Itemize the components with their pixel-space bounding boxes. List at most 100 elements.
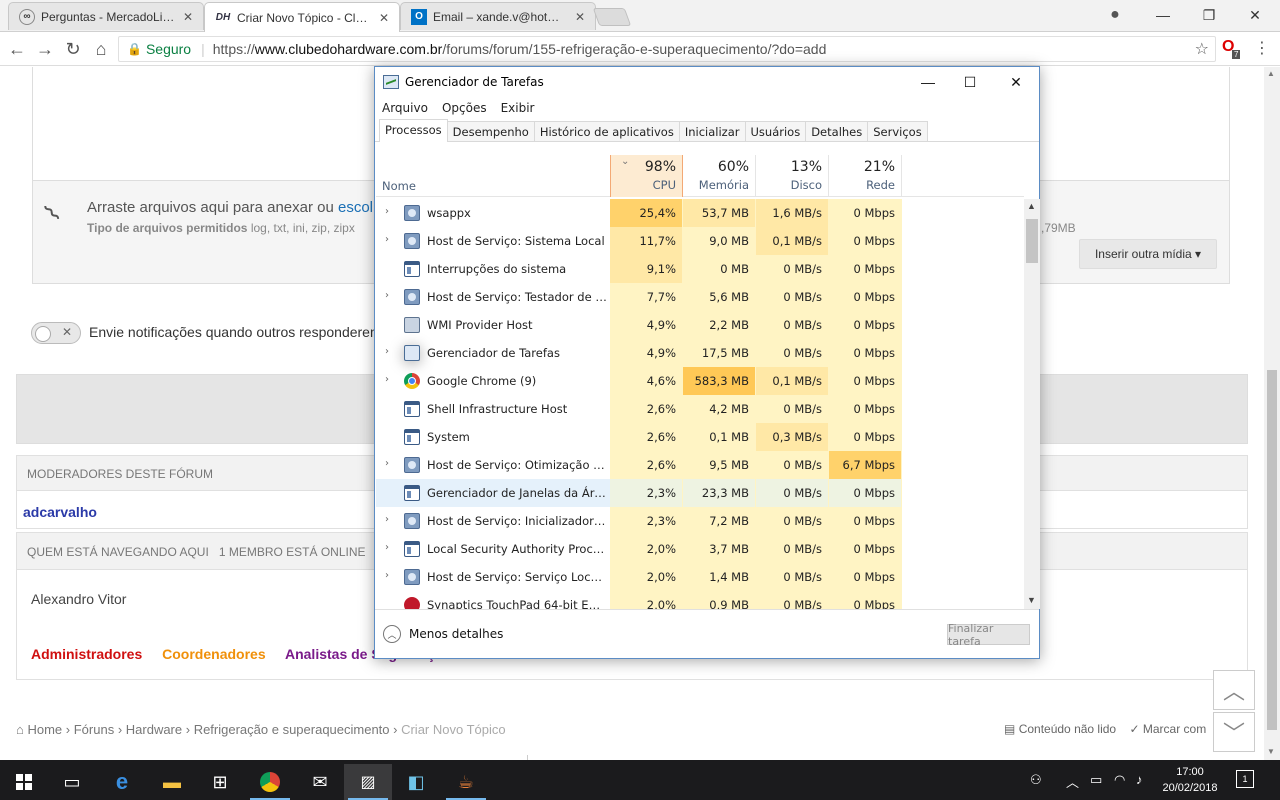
breadcrumb-forum[interactable]: Refrigeração e superaquecimento bbox=[194, 722, 390, 737]
scroll-down-icon[interactable]: ▼ bbox=[1027, 595, 1036, 605]
process-row[interactable]: › Host de Serviço: Otimização de ... 2,6% 9… bbox=[376, 451, 1024, 479]
breadcrumb-hardware[interactable]: Hardware bbox=[126, 722, 182, 737]
back-button[interactable]: ← bbox=[6, 38, 28, 60]
system-clock[interactable]: 17:00 20/02/2018 bbox=[1158, 764, 1222, 796]
breadcrumb-forums[interactable]: Fóruns bbox=[74, 722, 114, 737]
insert-media-button[interactable]: Inserir outra mídia ▾ bbox=[1079, 239, 1217, 269]
close-icon[interactable]: ✕ bbox=[575, 10, 585, 24]
process-row[interactable]: › Host de Serviço: Serviço Local (... 2,0%… bbox=[376, 563, 1024, 591]
notify-toggle[interactable]: ✕ bbox=[31, 322, 81, 344]
address-bar[interactable]: 🔒 Seguro | https://www.clubedohardware.c… bbox=[118, 36, 1216, 62]
scroll-top-button[interactable]: ︿ bbox=[1213, 670, 1255, 710]
breadcrumb-home[interactable]: Home bbox=[27, 722, 62, 737]
process-row[interactable]: › Local Security Authority Proces... 2,0% 3… bbox=[376, 535, 1024, 563]
end-task-button[interactable]: Finalizar tarefa bbox=[947, 622, 1030, 648]
start-button[interactable] bbox=[0, 764, 48, 800]
mail-icon[interactable]: ✉ bbox=[296, 764, 344, 800]
expand-chevron-icon[interactable]: › bbox=[385, 570, 389, 581]
close-icon[interactable]: ✕ bbox=[379, 11, 389, 25]
tab-desempenho[interactable]: Desempenho bbox=[446, 121, 535, 141]
process-row[interactable]: › Host de Serviço: Sistema Local 11,7% 9,0 … bbox=[376, 227, 1024, 255]
tm-maximize-button[interactable]: ☐ bbox=[947, 67, 993, 97]
forward-button[interactable]: → bbox=[34, 38, 56, 60]
process-disk-cell: 0 MB/s bbox=[756, 451, 829, 479]
menu-opcoes[interactable]: Opções bbox=[442, 101, 487, 115]
tm-minimize-button[interactable]: — bbox=[905, 67, 951, 97]
minimize-button[interactable]: — bbox=[1140, 0, 1186, 30]
action-center-icon[interactable]: 1 bbox=[1236, 770, 1254, 788]
process-row[interactable]: WMI Provider Host 4,9% 2,2 MB 0 MB/s 0 Mbps bbox=[376, 311, 1024, 339]
tab-inicializar[interactable]: Inicializar bbox=[678, 121, 746, 141]
tab-usuarios[interactable]: Usuários bbox=[744, 121, 807, 141]
process-row[interactable]: › Host de Serviço: Testador de ins... 7,7%… bbox=[376, 283, 1024, 311]
browser-tab-mercadolivre[interactable]: ∞ Perguntas - MercadoLivre ✕ bbox=[8, 2, 204, 30]
process-row[interactable]: Gerenciador de Janelas da Área ... 2,3% 23… bbox=[376, 479, 1024, 507]
tab-processos[interactable]: Processos bbox=[379, 119, 448, 142]
people-icon[interactable]: ⚇ bbox=[1030, 772, 1042, 788]
process-row[interactable]: › Gerenciador de Tarefas 4,9% 17,5 MB 0 MB/s… bbox=[376, 339, 1024, 367]
choose-files-link[interactable]: escol bbox=[338, 199, 373, 216]
close-icon[interactable]: ✕ bbox=[183, 10, 193, 24]
java-icon[interactable]: ☕ bbox=[442, 764, 490, 800]
process-row[interactable]: Synaptics TouchPad 64-bit Enh... 2,0% 0,9 … bbox=[376, 591, 1024, 609]
file-explorer-icon[interactable]: ▬ bbox=[148, 764, 196, 800]
expand-chevron-icon[interactable]: › bbox=[385, 458, 389, 469]
col-network[interactable]: 21% Rede bbox=[829, 155, 902, 197]
tab-historico[interactable]: Histórico de aplicativos bbox=[533, 121, 680, 141]
task-manager-taskbar-icon[interactable]: ▨ bbox=[344, 764, 392, 800]
profile-icon[interactable]: ● bbox=[1104, 4, 1126, 26]
restore-button[interactable]: ❐ bbox=[1186, 0, 1232, 30]
moderator-link[interactable]: adcarvalho bbox=[23, 504, 97, 520]
browser-tab-email[interactable]: O Email – xande.v@hotmail.com ✕ bbox=[400, 2, 596, 30]
tab-detalhes[interactable]: Detalhes bbox=[805, 121, 869, 141]
process-row[interactable]: › Google Chrome (9) 4,6% 583,3 MB 0,1 MB/s 0 … bbox=[376, 367, 1024, 395]
close-window-button[interactable]: ✕ bbox=[1232, 0, 1278, 30]
process-row[interactable]: Shell Infrastructure Host 2,6% 4,2 MB 0 MB/… bbox=[376, 395, 1024, 423]
home-button[interactable]: ⌂ bbox=[90, 38, 112, 60]
col-memory[interactable]: 60% Memória bbox=[683, 155, 756, 197]
browser-menu-icon[interactable]: ⋮ bbox=[1254, 38, 1270, 58]
menu-exibir[interactable]: Exibir bbox=[501, 101, 535, 115]
col-disk[interactable]: 13% Disco bbox=[756, 155, 829, 197]
chrome-taskbar-icon[interactable] bbox=[246, 764, 294, 800]
process-row[interactable]: › Host de Serviço: Inicializador de... 2,3… bbox=[376, 507, 1024, 535]
process-rows: › wsappx 25,4% 53,7 MB 1,6 MB/s 0 Mbps › Host d… bbox=[376, 199, 1024, 609]
unread-link[interactable]: Conteúdo não lido bbox=[1019, 722, 1116, 736]
tray-chevron-icon[interactable]: ︿ bbox=[1066, 772, 1079, 791]
task-view-button[interactable]: ▭ bbox=[48, 764, 96, 800]
pen-app-icon[interactable]: ◧ bbox=[392, 764, 440, 800]
expand-chevron-icon[interactable]: › bbox=[385, 234, 389, 245]
process-row[interactable]: System 2,6% 0,1 MB 0,3 MB/s 0 Mbps bbox=[376, 423, 1024, 451]
online-member[interactable]: Alexandro Vitor bbox=[31, 591, 126, 607]
expand-chevron-icon[interactable]: › bbox=[385, 514, 389, 525]
tab-servicos[interactable]: Serviços bbox=[867, 121, 928, 141]
process-row[interactable]: › wsappx 25,4% 53,7 MB 1,6 MB/s 0 Mbps bbox=[376, 199, 1024, 227]
browser-tab-clubedohardware[interactable]: DH Criar Novo Tópico - Clube do Hardware… bbox=[204, 2, 400, 32]
mark-read-link[interactable]: Marcar com bbox=[1143, 722, 1206, 736]
page-scrollbar[interactable]: ▲ ▼ bbox=[1264, 67, 1280, 760]
store-icon[interactable]: ⊞ bbox=[196, 764, 244, 800]
expand-chevron-icon[interactable]: › bbox=[385, 374, 389, 385]
battery-icon[interactable]: ▭ bbox=[1090, 772, 1102, 788]
new-tab-button[interactable] bbox=[592, 8, 632, 26]
less-details-link[interactable]: Menos detalhes bbox=[409, 627, 503, 641]
tm-close-button[interactable]: ✕ bbox=[993, 67, 1039, 97]
col-cpu[interactable]: ⌄ 98% CPU bbox=[610, 155, 683, 197]
reload-button[interactable]: ↻ bbox=[62, 38, 84, 60]
volume-icon[interactable]: ♪ bbox=[1136, 772, 1143, 787]
chevron-up-circle-icon[interactable]: ︿ bbox=[383, 625, 401, 643]
scroll-up-icon[interactable]: ▲ bbox=[1027, 201, 1036, 211]
wifi-icon[interactable]: ◠ bbox=[1114, 772, 1125, 788]
expand-chevron-icon[interactable]: › bbox=[385, 542, 389, 553]
menu-arquivo[interactable]: Arquivo bbox=[382, 101, 428, 115]
expand-chevron-icon[interactable]: › bbox=[385, 346, 389, 357]
process-scrollbar[interactable]: ▲ ▼ bbox=[1024, 199, 1040, 609]
process-row[interactable]: Interrupções do sistema 9,1% 0 MB 0 MB/s 0 M… bbox=[376, 255, 1024, 283]
bookmark-star-icon[interactable]: ☆ bbox=[1195, 39, 1209, 59]
scroll-bottom-button[interactable]: ﹀ bbox=[1213, 712, 1255, 752]
task-manager-titlebar[interactable]: Gerenciador de Tarefas — ☐ ✕ bbox=[375, 67, 1039, 97]
expand-chevron-icon[interactable]: › bbox=[385, 290, 389, 301]
col-name[interactable]: Nome bbox=[382, 179, 416, 193]
expand-chevron-icon[interactable]: › bbox=[385, 206, 389, 217]
edge-icon[interactable]: e bbox=[98, 764, 146, 800]
